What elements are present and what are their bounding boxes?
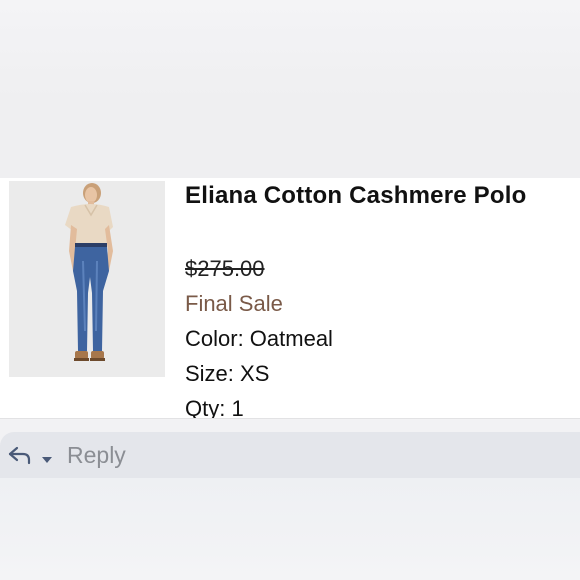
reply-bar[interactable]: Reply: [0, 432, 580, 478]
reply-label[interactable]: Reply: [67, 442, 126, 469]
reply-arrow-icon[interactable]: [8, 444, 32, 466]
chevron-down-icon[interactable]: [41, 451, 53, 463]
original-price: $275.00: [185, 256, 265, 281]
color-detail: Color: Oatmeal: [185, 326, 333, 351]
qty-detail: Qty: 1: [185, 396, 244, 419]
top-blank-area: [0, 0, 580, 100]
order-item-card: Eliana Cotton Cashmere Polo $275.00 Fina…: [0, 178, 580, 419]
email-screen: Eliana Cotton Cashmere Polo $275.00 Fina…: [0, 0, 580, 580]
model-figure: [65, 183, 113, 361]
product-title[interactable]: Eliana Cotton Cashmere Polo: [185, 182, 526, 210]
size-detail: Size: XS: [185, 361, 270, 386]
final-sale-label: Final Sale: [185, 291, 283, 316]
product-image[interactable]: [9, 181, 165, 377]
header-spacer: [0, 100, 580, 178]
bottom-blank-area: [0, 478, 580, 580]
